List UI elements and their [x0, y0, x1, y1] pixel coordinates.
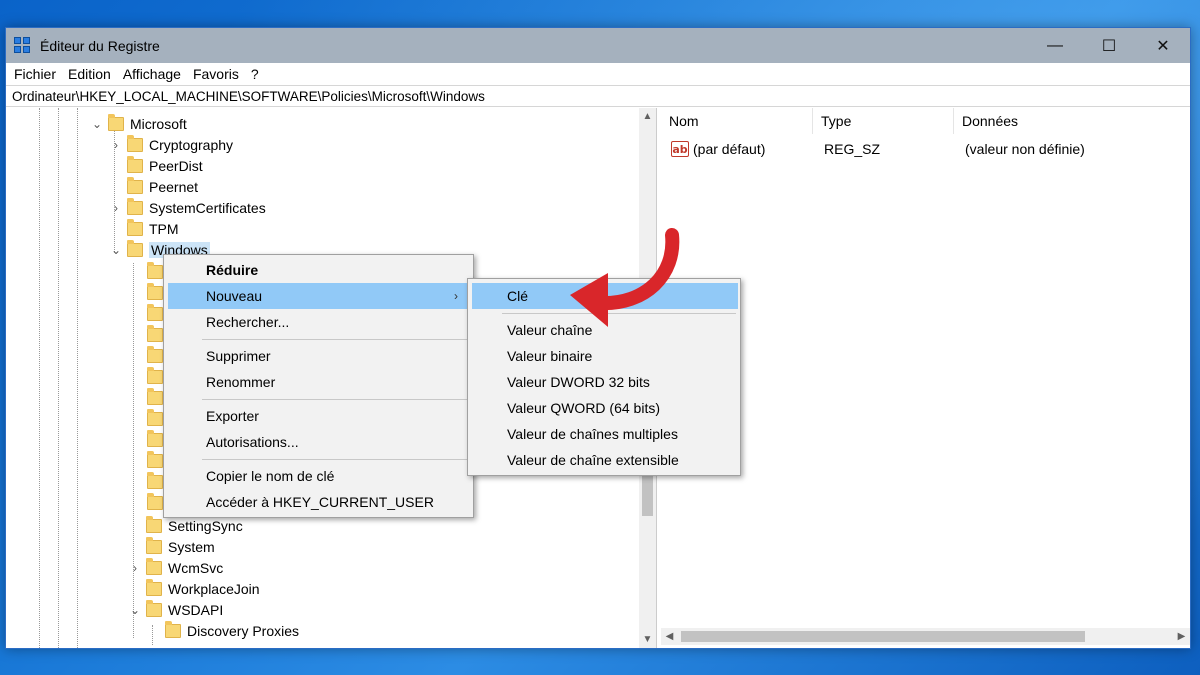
tree-item-microsoft[interactable]: ⌄ Microsoft	[90, 113, 187, 134]
scroll-thumb[interactable]	[681, 631, 1085, 642]
menu-item-rechercher[interactable]: Rechercher...	[164, 309, 473, 335]
chevron-right-icon: ›	[454, 289, 458, 303]
menu-item-nouveau[interactable]: Nouveau ›	[168, 283, 470, 309]
folder-icon	[127, 155, 143, 173]
chevron-right-icon[interactable]: ›	[109, 201, 123, 215]
folder-icon	[127, 239, 143, 257]
menu-item-acceder-hkcu[interactable]: Accéder à HKEY_CURRENT_USER	[164, 489, 473, 515]
folder-icon	[146, 536, 162, 554]
menu-edition[interactable]: Edition	[62, 66, 117, 82]
folder-icon	[147, 409, 163, 426]
value-name: (par défaut)	[693, 141, 766, 157]
value-data: (valeur non définie)	[965, 141, 1085, 157]
tree-item-system[interactable]: System	[128, 536, 215, 557]
window-title: Éditeur du Registre	[40, 37, 160, 54]
folder-icon	[127, 134, 143, 152]
menu-item-exporter[interactable]: Exporter	[164, 403, 473, 429]
menu-favoris[interactable]: Favoris	[187, 66, 245, 82]
tree-item-tpm[interactable]: TPM	[109, 218, 179, 239]
menu-separator	[202, 399, 468, 400]
folder-icon	[147, 493, 163, 510]
tree-item-peernet[interactable]: Peernet	[109, 176, 198, 197]
column-header-name[interactable]: Nom	[661, 108, 813, 134]
menu-item-supprimer[interactable]: Supprimer	[164, 343, 473, 369]
scroll-down-icon[interactable]: ▼	[639, 631, 656, 648]
annotation-arrow-icon	[570, 228, 680, 327]
tree-item-wsdapi[interactable]: ⌄ WSDAPI	[128, 599, 223, 620]
column-header-data[interactable]: Données	[954, 108, 1190, 134]
tree-item-discovery-proxies[interactable]: Discovery Proxies	[147, 620, 299, 641]
address-path: Ordinateur\HKEY_LOCAL_MACHINE\SOFTWARE\P…	[12, 88, 485, 104]
folder-icon	[146, 557, 162, 575]
menu-item-valeur-chaines-multiples[interactable]: Valeur de chaînes multiples	[468, 421, 740, 447]
folder-icon	[147, 346, 163, 363]
title-bar[interactable]: Éditeur du Registre — ☐ ✕	[6, 28, 1190, 63]
value-type: REG_SZ	[824, 141, 881, 157]
maximize-button[interactable]: ☐	[1082, 28, 1136, 63]
registry-icon	[14, 36, 32, 55]
tree-item-workplacejoin[interactable]: WorkplaceJoin	[128, 578, 260, 599]
menu-fichier[interactable]: Fichier	[8, 66, 62, 82]
folder-icon	[147, 304, 163, 321]
folder-icon	[147, 388, 163, 405]
scroll-left-icon[interactable]: ◀	[661, 631, 678, 642]
context-menu: Réduire Nouveau › Rechercher... Supprime…	[163, 254, 474, 518]
scroll-up-icon[interactable]: ▲	[639, 108, 656, 125]
folder-icon	[165, 620, 181, 638]
tree-item-systemcertificates[interactable]: › SystemCertificates	[109, 197, 266, 218]
tree-item-wcmsvc[interactable]: › WcmSvc	[128, 557, 223, 578]
values-horizontal-scrollbar[interactable]: ◀ ▶	[661, 628, 1190, 645]
folder-icon	[127, 176, 143, 194]
menu-item-reduire[interactable]: Réduire	[164, 257, 473, 283]
folder-icon	[147, 451, 163, 468]
tree-item-cryptography[interactable]: › Cryptography	[109, 134, 233, 155]
chevron-down-icon[interactable]: ⌄	[90, 117, 104, 131]
menu-item-valeur-dword[interactable]: Valeur DWORD 32 bits	[468, 369, 740, 395]
value-row[interactable]: ab (par défaut) REG_SZ (valeur non défin…	[671, 138, 1171, 160]
folder-icon	[147, 262, 163, 279]
minimize-button[interactable]: —	[1028, 28, 1082, 63]
chevron-down-icon[interactable]: ⌄	[128, 603, 142, 617]
chevron-right-icon[interactable]: ›	[128, 561, 142, 575]
menu-item-valeur-chaine-extensible[interactable]: Valeur de chaîne extensible	[468, 447, 740, 473]
menu-item-autorisations[interactable]: Autorisations...	[164, 429, 473, 455]
scroll-right-icon[interactable]: ▶	[1173, 631, 1190, 642]
menu-item-copier-nom-cle[interactable]: Copier le nom de clé	[164, 463, 473, 489]
tree-item-peerdist[interactable]: PeerDist	[109, 155, 203, 176]
folder-icon	[127, 218, 143, 236]
tree-item-settingsync[interactable]: SettingSync	[128, 515, 243, 536]
column-header-type[interactable]: Type	[813, 108, 954, 134]
menu-separator	[202, 459, 468, 460]
menu-item-renommer[interactable]: Renommer	[164, 369, 473, 395]
string-value-icon: ab	[671, 141, 689, 157]
menu-item-valeur-qword[interactable]: Valeur QWORD (64 bits)	[468, 395, 740, 421]
folder-icon	[146, 578, 162, 596]
menu-affichage[interactable]: Affichage	[117, 66, 187, 82]
folder-icon	[146, 515, 162, 533]
folder-icon	[147, 283, 163, 300]
menu-help[interactable]: ?	[245, 66, 265, 82]
menu-item-valeur-binaire[interactable]: Valeur binaire	[468, 343, 740, 369]
folder-icon	[147, 472, 163, 489]
menu-bar: Fichier Edition Affichage Favoris ?	[6, 63, 1190, 85]
close-button[interactable]: ✕	[1136, 28, 1190, 63]
folder-icon	[147, 325, 163, 342]
folder-icon	[147, 367, 163, 384]
address-bar[interactable]: Ordinateur\HKEY_LOCAL_MACHINE\SOFTWARE\P…	[6, 85, 1190, 107]
chevron-right-icon[interactable]: ›	[109, 138, 123, 152]
folder-icon	[108, 113, 124, 131]
menu-separator	[202, 339, 468, 340]
folder-icon	[127, 197, 143, 215]
folder-icon	[147, 430, 163, 447]
folder-icon	[146, 599, 162, 617]
chevron-down-icon[interactable]: ⌄	[109, 243, 123, 257]
